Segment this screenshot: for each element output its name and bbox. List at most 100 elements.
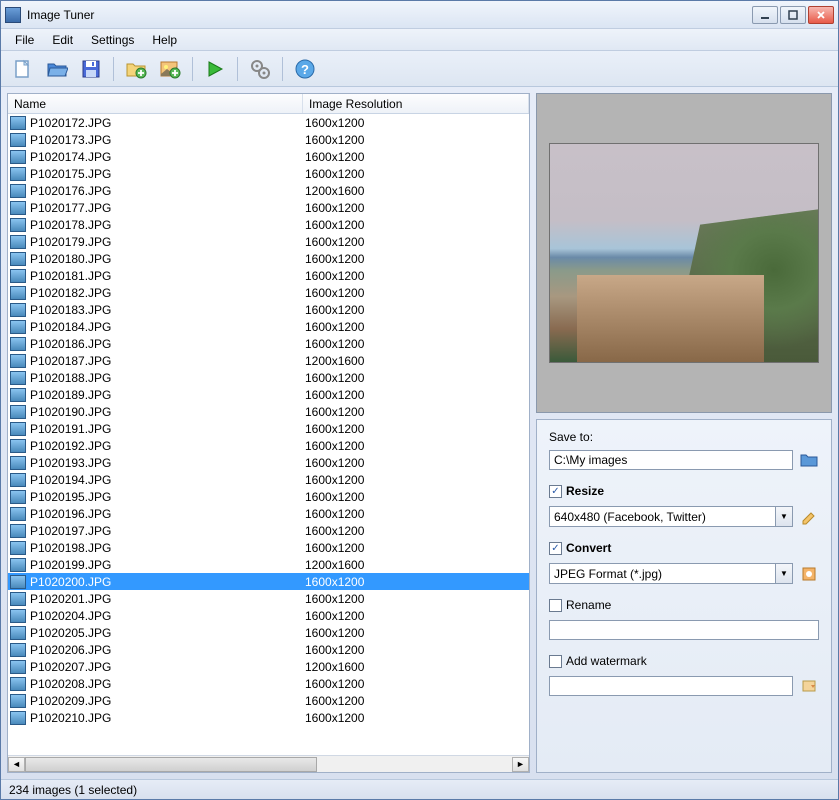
scroll-left-button[interactable]: ◄ bbox=[8, 757, 25, 772]
scroll-right-button[interactable]: ► bbox=[512, 757, 529, 772]
file-row[interactable]: P1020190.JPG1600x1200 bbox=[8, 403, 529, 420]
file-row[interactable]: P1020207.JPG1200x1600 bbox=[8, 658, 529, 675]
file-row[interactable]: P1020194.JPG1600x1200 bbox=[8, 471, 529, 488]
save-button[interactable] bbox=[77, 55, 105, 83]
add-folder-button[interactable] bbox=[122, 55, 150, 83]
browse-folder-button[interactable] bbox=[799, 450, 819, 470]
horizontal-scrollbar[interactable]: ◄ ► bbox=[8, 755, 529, 772]
image-file-icon bbox=[10, 201, 26, 215]
help-button[interactable]: ? bbox=[291, 55, 319, 83]
file-row[interactable]: P1020189.JPG1600x1200 bbox=[8, 386, 529, 403]
file-row[interactable]: P1020187.JPG1200x1600 bbox=[8, 352, 529, 369]
file-resolution: 1600x1200 bbox=[305, 694, 529, 708]
file-row[interactable]: P1020208.JPG1600x1200 bbox=[8, 675, 529, 692]
settings-button[interactable] bbox=[246, 55, 274, 83]
scroll-track[interactable] bbox=[25, 757, 512, 772]
new-button[interactable] bbox=[9, 55, 37, 83]
rename-checkbox[interactable] bbox=[549, 599, 562, 612]
image-file-icon bbox=[10, 524, 26, 538]
file-row[interactable]: P1020193.JPG1600x1200 bbox=[8, 454, 529, 471]
file-resolution: 1600x1200 bbox=[305, 507, 529, 521]
convert-select[interactable]: JPEG Format (*.jpg) ▼ bbox=[549, 563, 793, 584]
resize-edit-button[interactable] bbox=[799, 507, 819, 527]
file-row[interactable]: P1020177.JPG1600x1200 bbox=[8, 199, 529, 216]
menu-file[interactable]: File bbox=[7, 31, 42, 49]
image-file-icon bbox=[10, 660, 26, 674]
menu-edit[interactable]: Edit bbox=[44, 31, 81, 49]
file-row[interactable]: P1020172.JPG1600x1200 bbox=[8, 114, 529, 131]
file-row[interactable]: P1020197.JPG1600x1200 bbox=[8, 522, 529, 539]
file-row[interactable]: P1020182.JPG1600x1200 bbox=[8, 284, 529, 301]
image-file-icon bbox=[10, 592, 26, 606]
file-name: P1020199.JPG bbox=[30, 558, 305, 572]
watermark-browse-button[interactable] bbox=[799, 676, 819, 696]
file-row[interactable]: P1020175.JPG1600x1200 bbox=[8, 165, 529, 182]
file-row[interactable]: P1020181.JPG1600x1200 bbox=[8, 267, 529, 284]
convert-settings-button[interactable] bbox=[799, 564, 819, 584]
file-row[interactable]: P1020198.JPG1600x1200 bbox=[8, 539, 529, 556]
maximize-button[interactable] bbox=[780, 6, 806, 24]
file-name: P1020201.JPG bbox=[30, 592, 305, 606]
file-row[interactable]: P1020178.JPG1600x1200 bbox=[8, 216, 529, 233]
file-name: P1020179.JPG bbox=[30, 235, 305, 249]
file-resolution: 1600x1200 bbox=[305, 201, 529, 215]
file-row[interactable]: P1020183.JPG1600x1200 bbox=[8, 301, 529, 318]
file-row[interactable]: P1020192.JPG1600x1200 bbox=[8, 437, 529, 454]
file-row[interactable]: P1020205.JPG1600x1200 bbox=[8, 624, 529, 641]
file-name: P1020181.JPG bbox=[30, 269, 305, 283]
app-icon bbox=[5, 7, 21, 23]
file-row[interactable]: P1020200.JPG1600x1200 bbox=[8, 573, 529, 590]
file-row[interactable]: P1020180.JPG1600x1200 bbox=[8, 250, 529, 267]
file-resolution: 1600x1200 bbox=[305, 269, 529, 283]
file-row[interactable]: P1020196.JPG1600x1200 bbox=[8, 505, 529, 522]
column-name[interactable]: Name bbox=[8, 94, 303, 113]
file-row[interactable]: P1020204.JPG1600x1200 bbox=[8, 607, 529, 624]
file-resolution: 1600x1200 bbox=[305, 252, 529, 266]
watermark-input[interactable] bbox=[549, 676, 793, 696]
file-row[interactable]: P1020174.JPG1600x1200 bbox=[8, 148, 529, 165]
column-resolution[interactable]: Image Resolution bbox=[303, 94, 529, 113]
file-list[interactable]: P1020172.JPG1600x1200P1020173.JPG1600x12… bbox=[8, 114, 529, 755]
file-row[interactable]: P1020206.JPG1600x1200 bbox=[8, 641, 529, 658]
scroll-thumb[interactable] bbox=[25, 757, 317, 772]
file-name: P1020189.JPG bbox=[30, 388, 305, 402]
resize-checkbox[interactable] bbox=[549, 485, 562, 498]
file-row[interactable]: P1020188.JPG1600x1200 bbox=[8, 369, 529, 386]
file-resolution: 1600x1200 bbox=[305, 337, 529, 351]
file-row[interactable]: P1020195.JPG1600x1200 bbox=[8, 488, 529, 505]
toolbar-separator bbox=[282, 57, 283, 81]
run-button[interactable] bbox=[201, 55, 229, 83]
save-to-input[interactable] bbox=[549, 450, 793, 470]
file-row[interactable]: P1020210.JPG1600x1200 bbox=[8, 709, 529, 726]
file-resolution: 1600x1200 bbox=[305, 711, 529, 725]
file-name: P1020180.JPG bbox=[30, 252, 305, 266]
rename-input[interactable] bbox=[549, 620, 819, 640]
convert-checkbox[interactable] bbox=[549, 542, 562, 555]
file-row[interactable]: P1020173.JPG1600x1200 bbox=[8, 131, 529, 148]
add-image-button[interactable] bbox=[156, 55, 184, 83]
file-name: P1020198.JPG bbox=[30, 541, 305, 555]
file-name: P1020184.JPG bbox=[30, 320, 305, 334]
open-folder-button[interactable] bbox=[43, 55, 71, 83]
column-headers: Name Image Resolution bbox=[8, 94, 529, 114]
file-name: P1020207.JPG bbox=[30, 660, 305, 674]
watermark-label: Add watermark bbox=[566, 654, 647, 668]
close-button[interactable] bbox=[808, 6, 834, 24]
file-name: P1020191.JPG bbox=[30, 422, 305, 436]
menu-help[interactable]: Help bbox=[144, 31, 185, 49]
file-row[interactable]: P1020176.JPG1200x1600 bbox=[8, 182, 529, 199]
file-resolution: 1600x1200 bbox=[305, 218, 529, 232]
file-row[interactable]: P1020191.JPG1600x1200 bbox=[8, 420, 529, 437]
file-row[interactable]: P1020179.JPG1600x1200 bbox=[8, 233, 529, 250]
file-row[interactable]: P1020201.JPG1600x1200 bbox=[8, 590, 529, 607]
menu-settings[interactable]: Settings bbox=[83, 31, 142, 49]
minimize-button[interactable] bbox=[752, 6, 778, 24]
resize-select[interactable]: 640x480 (Facebook, Twitter) ▼ bbox=[549, 506, 793, 527]
file-name: P1020193.JPG bbox=[30, 456, 305, 470]
watermark-checkbox[interactable] bbox=[549, 655, 562, 668]
file-row[interactable]: P1020184.JPG1600x1200 bbox=[8, 318, 529, 335]
file-row[interactable]: P1020199.JPG1200x1600 bbox=[8, 556, 529, 573]
toolbar-separator bbox=[113, 57, 114, 81]
file-row[interactable]: P1020186.JPG1600x1200 bbox=[8, 335, 529, 352]
file-row[interactable]: P1020209.JPG1600x1200 bbox=[8, 692, 529, 709]
